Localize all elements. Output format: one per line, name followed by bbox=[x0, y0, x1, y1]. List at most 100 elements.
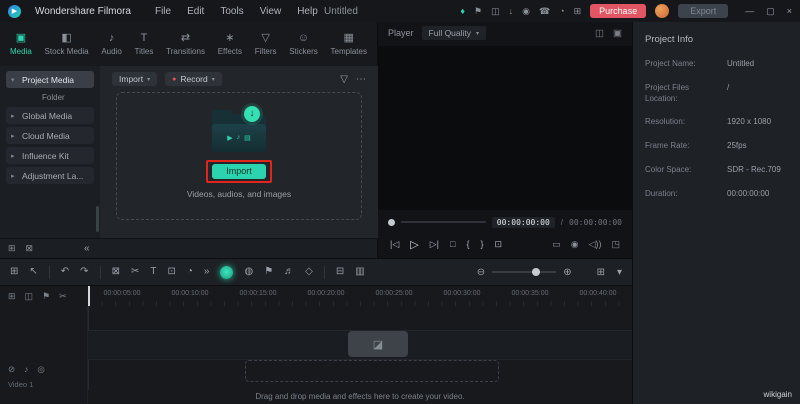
more-options-icon[interactable]: ⋯ bbox=[356, 74, 366, 85]
workspace-icon[interactable]: ⊞ bbox=[10, 266, 18, 278]
sidebar-item[interactable]: ▸ Global Media bbox=[6, 107, 94, 124]
quality-dropdown[interactable]: Full Quality ▾ bbox=[422, 26, 487, 40]
zoom-slider-handle[interactable] bbox=[532, 268, 540, 276]
sidebar-item[interactable]: Folder bbox=[26, 91, 94, 104]
more-tools-icon[interactable]: » bbox=[204, 266, 210, 278]
import-dropzone[interactable]: ▶ ♪ ▤ ↓ Import Videos, audios, and image… bbox=[116, 92, 362, 220]
import-button[interactable]: Import bbox=[212, 164, 266, 179]
speed-icon[interactable]: ◔ bbox=[187, 266, 193, 278]
minimize-button[interactable]: — bbox=[745, 6, 754, 17]
zoom-out-icon[interactable]: ⊖ bbox=[477, 267, 485, 278]
menu-item[interactable]: File bbox=[155, 6, 171, 17]
project-title: Untitled bbox=[324, 6, 358, 17]
timecode-total: 00:00:00:00 bbox=[569, 218, 622, 227]
new-folder-icon[interactable]: ⊞ bbox=[8, 243, 16, 254]
timeline-tool-icon[interactable]: ⊞ bbox=[8, 291, 16, 302]
notifications-icon[interactable]: ◔ bbox=[559, 6, 564, 16]
tab-item[interactable]: ▣ Media bbox=[10, 33, 32, 56]
frame-grab-icon[interactable]: ▣ bbox=[613, 28, 622, 39]
delete-icon[interactable]: ⊠ bbox=[112, 266, 120, 278]
maximize-button[interactable]: ▢ bbox=[766, 6, 775, 17]
tab-item[interactable]: ☺ Stickers bbox=[289, 33, 317, 56]
play-icon[interactable]: ▷ bbox=[410, 238, 418, 251]
mark-out-icon[interactable]: } bbox=[480, 239, 483, 249]
timeline-drop-zone[interactable] bbox=[245, 360, 499, 382]
track-height-icon[interactable]: ▥ bbox=[355, 266, 364, 278]
tab-item[interactable]: ◧ Stock Media bbox=[45, 33, 89, 56]
toolbar-menu-caret-icon[interactable]: ▾ bbox=[617, 267, 622, 278]
display-device-icon[interactable]: ▭ bbox=[552, 239, 561, 250]
beat-detect-icon[interactable]: ♬ bbox=[284, 266, 294, 278]
tab-icon: ▦ bbox=[344, 33, 354, 44]
previous-frame-icon[interactable]: |◁ bbox=[390, 239, 399, 250]
screen-record-icon[interactable]: ◉ bbox=[522, 6, 530, 17]
tab-item[interactable]: ∗ Effects bbox=[218, 33, 242, 56]
avatar[interactable] bbox=[655, 4, 669, 18]
mark-in-icon[interactable]: { bbox=[466, 239, 469, 249]
select-tool-icon[interactable]: ↖ bbox=[29, 266, 37, 278]
folder-media-icons: ▶ ♪ ▤ bbox=[212, 124, 266, 152]
menu-item[interactable]: Help bbox=[297, 6, 318, 17]
mask-icon[interactable]: ◍ bbox=[244, 266, 253, 278]
timeline-tool-icon[interactable]: ⚑ bbox=[42, 291, 50, 302]
snapshot-icon[interactable]: ◉ bbox=[571, 239, 579, 250]
zoom-in-icon[interactable]: ⊕ bbox=[563, 267, 571, 278]
seek-bar[interactable]: 00:00:00:00 / 00:00:00:00 bbox=[378, 212, 632, 232]
tab-item[interactable]: ♪ Audio bbox=[101, 33, 121, 56]
redo-icon[interactable]: ↷ bbox=[80, 266, 88, 278]
sidebar-item[interactable]: ▸ Influence Kit bbox=[6, 147, 94, 164]
timeline-ruler[interactable]: 00:00:05:0000:00:10:0000:00:15:0000:00:2… bbox=[88, 286, 632, 306]
menu-item[interactable]: Tools bbox=[220, 6, 243, 17]
tab-item[interactable]: ⇄ Transitions bbox=[166, 33, 205, 56]
purchase-button[interactable]: Purchase bbox=[590, 4, 646, 18]
export-button[interactable]: Export bbox=[678, 4, 728, 18]
support-icon[interactable]: ☎ bbox=[539, 6, 550, 17]
seek-handle[interactable] bbox=[388, 219, 395, 226]
timeline-tool-icon[interactable]: ◫ bbox=[25, 291, 34, 302]
app-name: Wondershare Filmora bbox=[35, 6, 131, 17]
zoom-slider[interactable] bbox=[492, 271, 556, 273]
import-dropdown[interactable]: Import ▾ bbox=[112, 72, 157, 86]
layout-icon[interactable]: ◫ bbox=[491, 6, 500, 17]
track-control-icon[interactable]: ♪ bbox=[24, 364, 28, 375]
track-control-icon[interactable]: ◎ bbox=[37, 364, 44, 375]
crop-icon[interactable]: ⊡ bbox=[167, 266, 175, 278]
fullscreen-icon[interactable]: ◳ bbox=[611, 239, 620, 250]
undo-icon[interactable]: ↶ bbox=[61, 266, 69, 278]
timeline-tool-icon[interactable]: ✂ bbox=[59, 291, 67, 302]
menu-item[interactable]: Edit bbox=[187, 6, 204, 17]
compare-view-icon[interactable]: ◫ bbox=[595, 28, 604, 39]
sidebar-item[interactable]: ▸ Adjustment La... bbox=[6, 167, 94, 184]
tab-item[interactable]: T Titles bbox=[135, 33, 154, 56]
tab-item[interactable]: ▽ Filters bbox=[255, 33, 277, 56]
playhead[interactable] bbox=[88, 286, 90, 306]
track-control-icon[interactable]: ⊘ bbox=[8, 364, 15, 375]
sidebar-item[interactable]: ▸ Cloud Media bbox=[6, 127, 94, 144]
tab-item[interactable]: ▦ Templates bbox=[331, 33, 367, 56]
menu-item[interactable]: View bbox=[260, 6, 282, 17]
timeline-track-tools: ⊞ ◫ ⚑ ✂ bbox=[0, 286, 88, 306]
timeline-layout-icon[interactable]: ⊞ bbox=[597, 267, 605, 278]
collapse-sidebar-icon[interactable]: « bbox=[84, 243, 90, 254]
text-tool-icon[interactable]: T bbox=[150, 266, 156, 278]
next-frame-icon[interactable]: ▷| bbox=[430, 239, 439, 250]
marker-icon[interactable]: ⚑ bbox=[264, 266, 273, 278]
filter-icon[interactable]: ▽ bbox=[340, 74, 348, 85]
keyframe-icon[interactable]: ◇ bbox=[305, 266, 313, 278]
record-dropdown[interactable]: ● Record ▾ bbox=[165, 72, 222, 86]
close-button[interactable]: × bbox=[787, 6, 792, 17]
sidebar-scrollbar[interactable] bbox=[96, 206, 99, 232]
sidebar-item[interactable]: ▾ Project Media bbox=[6, 71, 94, 88]
crop-preview-icon[interactable]: ⊡ bbox=[494, 239, 502, 250]
apps-icon[interactable]: ⊞ bbox=[574, 6, 582, 17]
stop-icon[interactable]: □ bbox=[450, 239, 455, 249]
render-preview-icon[interactable]: ⊟ bbox=[336, 266, 344, 278]
seek-track[interactable] bbox=[401, 221, 486, 223]
whats-new-icon[interactable]: ⚑ bbox=[474, 6, 482, 17]
ai-copilot-icon[interactable] bbox=[220, 266, 233, 279]
volume-icon[interactable]: ◁)) bbox=[589, 239, 602, 250]
gift-icon[interactable]: ♦ bbox=[460, 6, 465, 16]
delete-icon[interactable]: ⊠ bbox=[26, 243, 34, 254]
split-icon[interactable]: ✂ bbox=[131, 266, 139, 278]
download-icon[interactable]: ↓ bbox=[509, 6, 514, 16]
